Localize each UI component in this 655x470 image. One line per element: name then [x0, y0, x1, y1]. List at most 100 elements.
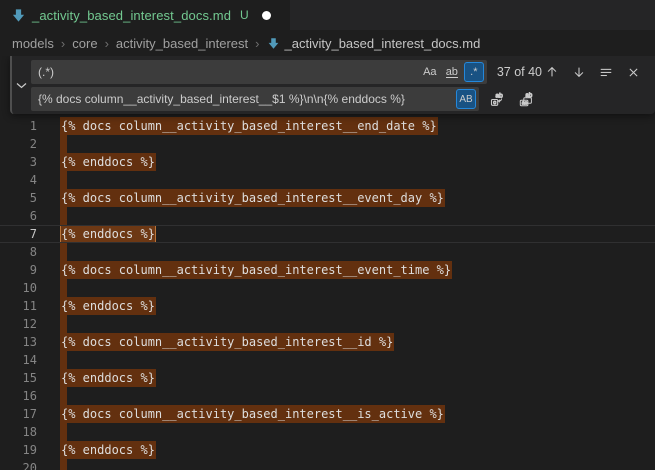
code-line[interactable]: 17 {% docs column__activity_based_interes…	[0, 405, 655, 423]
empty-line-match-highlight	[60, 315, 67, 333]
code-line[interactable]: 11 {% enddocs %}	[0, 297, 655, 315]
svg-text:ac: ac	[522, 101, 528, 107]
line-number: 8	[0, 243, 37, 261]
whole-word-button[interactable]: ab	[442, 62, 462, 82]
find-match-highlight: {% enddocs %}	[60, 225, 156, 243]
line-number: 16	[0, 387, 37, 405]
find-match-highlight: {% docs column__activity_based_interest_…	[60, 189, 445, 207]
editor-pane[interactable]: 1 {% docs column__activity_based_interest…	[0, 56, 655, 470]
code-line[interactable]: 14	[0, 351, 655, 369]
toggle-replace-button[interactable]	[12, 56, 31, 114]
code-line[interactable]: 19{% enddocs %}	[0, 441, 655, 459]
previous-match-button[interactable]	[542, 62, 562, 82]
breadcrumb-item-activity-based-interest[interactable]: activity_based_interest	[116, 36, 248, 51]
find-match-highlight: {% docs column__activity_based_interest_…	[60, 405, 445, 423]
code-line[interactable]: 16	[0, 387, 655, 405]
selection-lines-icon	[599, 65, 613, 79]
vscode-window: _activity_based_interest_docs.md U model…	[0, 0, 655, 470]
markdown-file-icon	[267, 37, 280, 50]
line-number: 6	[0, 207, 37, 225]
code-line[interactable]: 10	[0, 279, 655, 297]
line-number: 17	[0, 405, 37, 423]
line-number: 14	[0, 351, 37, 369]
line-number: 3	[0, 153, 37, 171]
replace-input[interactable]	[31, 87, 479, 111]
code-line[interactable]: 13 {% docs column__activity_based_interes…	[0, 333, 655, 351]
line-number: 11	[0, 297, 37, 315]
unsaved-dot-icon	[262, 11, 271, 20]
line-number: 9	[0, 261, 37, 279]
code-line[interactable]: 6	[0, 207, 655, 225]
find-match-highlight: {% enddocs %}	[60, 153, 156, 171]
code-line[interactable]: 15 {% enddocs %}	[0, 369, 655, 387]
line-number: 10	[0, 279, 37, 297]
markdown-file-icon	[11, 8, 26, 23]
replace-icon: ab c	[489, 91, 505, 107]
code-line[interactable]: 4	[0, 171, 655, 189]
code-line[interactable]: 7{% enddocs %}	[0, 225, 655, 243]
find-match-highlight: {% enddocs %}	[60, 441, 156, 459]
replace-options: AB	[456, 89, 476, 109]
find-row: Aa ab .* 37 of 40	[31, 60, 647, 84]
replace-row: AB ab c	[31, 87, 647, 111]
code-line[interactable]: 3 {% enddocs %}	[0, 153, 655, 171]
line-number: 15	[0, 369, 37, 387]
empty-line-match-highlight	[60, 207, 67, 225]
empty-line-match-highlight	[60, 351, 67, 369]
find-match-highlight: {% enddocs %}	[60, 297, 156, 315]
code-line[interactable]: 20	[0, 459, 655, 470]
next-match-button[interactable]	[569, 62, 589, 82]
tab-bar: _activity_based_interest_docs.md U	[0, 0, 655, 30]
tab-activity-based-interest-docs[interactable]: _activity_based_interest_docs.md U	[0, 0, 290, 30]
code-lines: 1 {% docs column__activity_based_interest…	[0, 117, 655, 470]
close-icon	[627, 66, 640, 79]
breadcrumb: models › core › activity_based_interest …	[0, 30, 655, 56]
breadcrumb-separator: ›	[255, 36, 259, 51]
match-case-button[interactable]: Aa	[420, 62, 440, 82]
find-match-highlight: {% docs column__activity_based_interest_…	[60, 261, 452, 279]
git-status-badge: U	[240, 8, 249, 22]
code-line[interactable]: 9 {% docs column__activity_based_interest…	[0, 261, 655, 279]
find-match-highlight: {% docs column__activity_based_interest_…	[60, 117, 438, 135]
arrow-up-icon	[545, 65, 559, 79]
line-number: 5	[0, 189, 37, 207]
code-line[interactable]: 8	[0, 243, 655, 261]
breadcrumb-item-models[interactable]: models	[12, 36, 54, 51]
empty-line-match-highlight	[60, 387, 67, 405]
find-replace-widget: Aa ab .* 37 of 40	[10, 56, 655, 114]
tab-filename: _activity_based_interest_docs.md	[32, 8, 231, 23]
svg-text:ab: ab	[496, 93, 504, 100]
code-line[interactable]: 12	[0, 315, 655, 333]
close-button[interactable]	[623, 62, 643, 82]
replace-button[interactable]: ab c	[487, 89, 507, 109]
find-match-highlight: {% enddocs %}	[60, 369, 156, 387]
line-number: 2	[0, 135, 37, 153]
breadcrumb-item-core[interactable]: core	[72, 36, 97, 51]
line-number: 13	[0, 333, 37, 351]
search-input[interactable]	[31, 60, 487, 84]
svg-text:c: c	[493, 100, 496, 106]
breadcrumb-separator: ›	[105, 36, 109, 51]
find-match-highlight: {% docs column__activity_based_interest_…	[60, 333, 394, 351]
line-number: 1	[0, 117, 37, 135]
whole-word-label: ab	[446, 67, 458, 78]
empty-line-match-highlight	[60, 423, 67, 441]
search-options: Aa ab .*	[420, 62, 484, 82]
code-line[interactable]: 18	[0, 423, 655, 441]
breadcrumb-item-file[interactable]: _activity_based_interest_docs.md	[285, 36, 481, 51]
code-line[interactable]: 5 {% docs column__activity_based_interest…	[0, 189, 655, 207]
empty-line-match-highlight	[60, 171, 67, 189]
code-line[interactable]: 2	[0, 135, 655, 153]
find-in-selection-button[interactable]	[596, 62, 616, 82]
replace-all-icon: ab ac	[518, 91, 534, 107]
code-line[interactable]: 1 {% docs column__activity_based_interest…	[0, 117, 655, 135]
find-results-count: 37 of 40	[497, 65, 542, 79]
line-number: 12	[0, 315, 37, 333]
preserve-case-button[interactable]: AB	[456, 89, 476, 109]
empty-line-match-highlight	[60, 459, 67, 470]
line-number: 18	[0, 423, 37, 441]
empty-line-match-highlight	[60, 135, 67, 153]
breadcrumb-separator: ›	[61, 36, 65, 51]
replace-all-button[interactable]: ab ac	[516, 89, 536, 109]
regex-button[interactable]: .*	[464, 62, 484, 82]
